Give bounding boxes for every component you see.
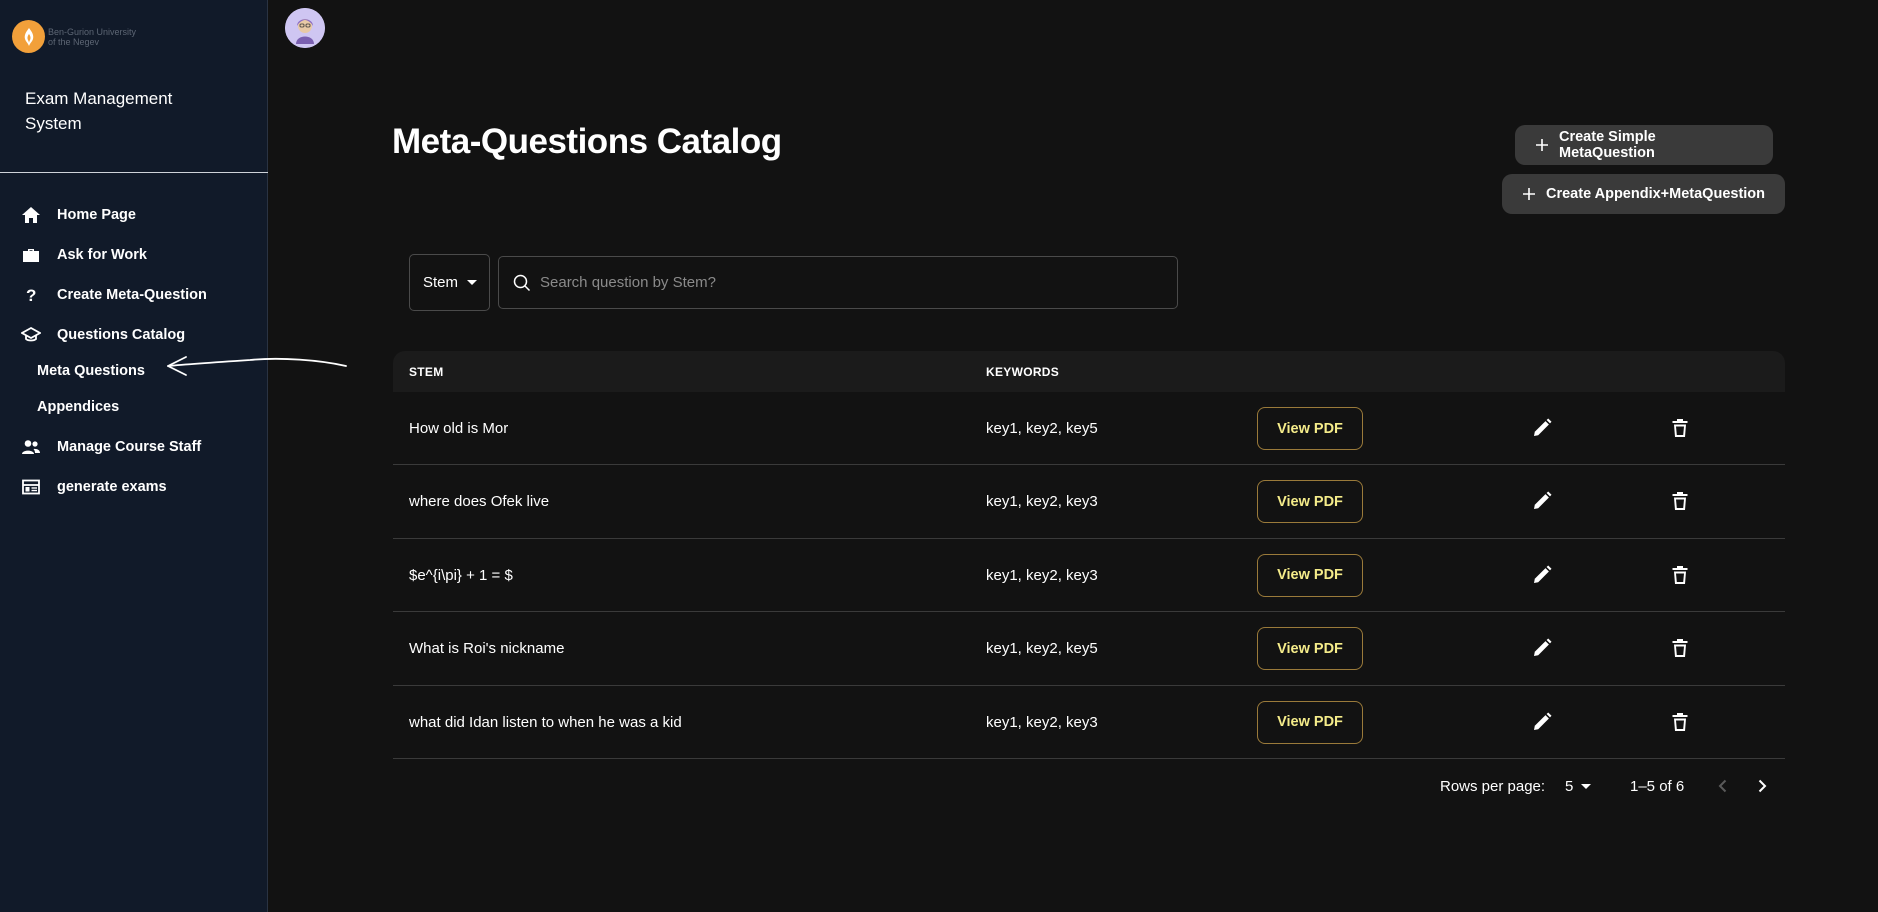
column-header-stem[interactable]: STEM (409, 365, 444, 379)
sidebar-item-home[interactable]: Home Page (0, 197, 268, 233)
edit-pencil-icon[interactable] (1532, 418, 1552, 443)
table-row: $e^{i\pi} + 1 = $ key1, key2, key3 View … (393, 539, 1785, 613)
create-appendix-metaquestion-button[interactable]: Create Appendix+MetaQuestion (1502, 174, 1785, 214)
view-pdf-button[interactable]: View PDF (1257, 700, 1363, 744)
table-row: what did Idan listen to when he was a ki… (393, 686, 1785, 759)
sidebar-item-label: generate exams (57, 479, 167, 495)
sidebar-item-label: Create Meta-Question (57, 287, 207, 303)
cell-keywords: key1, key2, key3 (986, 493, 1098, 511)
svg-text:?: ? (26, 286, 36, 304)
create-appendix-label: Create Appendix+MetaQuestion (1546, 186, 1766, 202)
table-row: where does Ofek live key1, key2, key3 Vi… (393, 465, 1785, 539)
sidebar-item-label: Home Page (57, 207, 136, 223)
next-page-icon[interactable] (1752, 776, 1772, 801)
cell-keywords: key1, key2, key5 (986, 420, 1098, 437)
search-icon (513, 274, 531, 297)
home-icon (20, 204, 42, 226)
rows-per-page-label: Rows per page: (1440, 778, 1546, 795)
logo-line-1: Ben-Gurion University (48, 26, 137, 37)
question-mark-icon: ? (20, 284, 42, 306)
delete-trash-icon[interactable] (1671, 565, 1689, 590)
create-simple-label: Create Simple MetaQuestion (1559, 129, 1656, 161)
sidebar-subitem-label: Appendices (37, 399, 120, 415)
sidebar-item-questions-catalog[interactable]: Questions Catalog (0, 317, 268, 353)
cell-stem: what did Idan listen to when he was a ki… (409, 713, 682, 731)
edit-pencil-icon[interactable] (1532, 712, 1552, 737)
table-pagination: Rows per page: 5 1–5 of 6 (393, 770, 1785, 802)
sidebar-item-ask-for-work[interactable]: Ask for Work (0, 237, 268, 273)
edit-pencil-icon[interactable] (1532, 638, 1552, 663)
cell-keywords: key1, key2, key5 (986, 640, 1098, 658)
cell-keywords: key1, key2, key3 (986, 713, 1098, 731)
view-pdf-button[interactable]: View PDF (1257, 407, 1363, 450)
delete-trash-icon[interactable] (1671, 712, 1689, 737)
sidebar-subitem-appendices[interactable]: Appendices (0, 391, 268, 423)
create-simple-metaquestion-button[interactable]: Create Simple MetaQuestion (1515, 125, 1773, 165)
logo-line-2: of the Negev (48, 36, 100, 47)
page-range: 1–5 of 6 (1630, 778, 1685, 795)
view-pdf-button[interactable]: View PDF (1257, 480, 1363, 524)
cell-stem: where does Ofek live (409, 493, 550, 511)
people-icon (20, 436, 42, 458)
previous-page-icon[interactable] (1713, 776, 1733, 801)
avatar[interactable] (285, 8, 325, 48)
sidebar-item-label: Ask for Work (57, 247, 147, 263)
rows-per-page-select[interactable]: 5 (1565, 778, 1592, 795)
delete-trash-icon[interactable] (1671, 491, 1689, 516)
caret-down-icon (467, 280, 478, 285)
app-title: Exam Management System (25, 89, 173, 133)
search-box[interactable] (498, 256, 1178, 309)
cell-stem: How old is Mor (409, 420, 509, 437)
table-row: How old is Mor key1, key2, key5 View PDF (393, 392, 1785, 466)
annotation-arrow-icon (167, 356, 347, 376)
cell-keywords: key1, key2, key3 (986, 566, 1098, 584)
cell-stem: What is Roi's nickname (409, 640, 565, 658)
edit-pencil-icon[interactable] (1532, 565, 1552, 590)
table-header: STEM KEYWORDS (393, 351, 1785, 392)
sidebar-item-label: Manage Course Staff (57, 439, 202, 455)
page-title: Meta-Questions Catalog (392, 122, 782, 161)
table-layout-icon (20, 476, 42, 498)
edit-pencil-icon[interactable] (1532, 491, 1552, 516)
briefcase-icon (20, 244, 42, 266)
search-field-selected: Stem (423, 274, 459, 291)
sidebar: Ben-Gurion University of the Negev Exam … (0, 0, 268, 912)
graduation-cap-icon (20, 324, 42, 346)
cell-stem: $e^{i\pi} + 1 = $ (409, 566, 513, 584)
questions-table: STEM KEYWORDS How old is Mor key1, key2,… (393, 351, 1785, 759)
sidebar-divider (0, 172, 268, 173)
university-logo: Ben-Gurion University of the Negev (12, 20, 136, 53)
view-pdf-button[interactable]: View PDF (1257, 553, 1363, 597)
delete-trash-icon[interactable] (1671, 418, 1689, 443)
logo-text: Ben-Gurion University of the Negev (48, 27, 136, 47)
plus-icon (1522, 187, 1536, 201)
sidebar-subitem-label: Meta Questions (37, 363, 145, 379)
table-row: What is Roi's nickname key1, key2, key5 … (393, 612, 1785, 686)
search-field-select[interactable]: Stem (409, 254, 490, 311)
sidebar-item-generate-exams[interactable]: generate exams (0, 469, 268, 505)
search-input[interactable] (540, 257, 1160, 308)
user-avatar-icon (285, 8, 325, 48)
delete-trash-icon[interactable] (1671, 638, 1689, 663)
plus-icon (1535, 138, 1549, 152)
view-pdf-button[interactable]: View PDF (1257, 627, 1363, 671)
sidebar-item-manage-course-staff[interactable]: Manage Course Staff (0, 429, 268, 465)
caret-down-icon (1581, 784, 1592, 789)
sidebar-item-label: Questions Catalog (57, 327, 186, 343)
sidebar-item-create-meta-question[interactable]: ? Create Meta-Question (0, 277, 268, 313)
rows-per-page-value: 5 (1565, 778, 1574, 795)
flame-logo-icon (12, 20, 45, 53)
column-header-keywords[interactable]: KEYWORDS (986, 365, 1059, 379)
